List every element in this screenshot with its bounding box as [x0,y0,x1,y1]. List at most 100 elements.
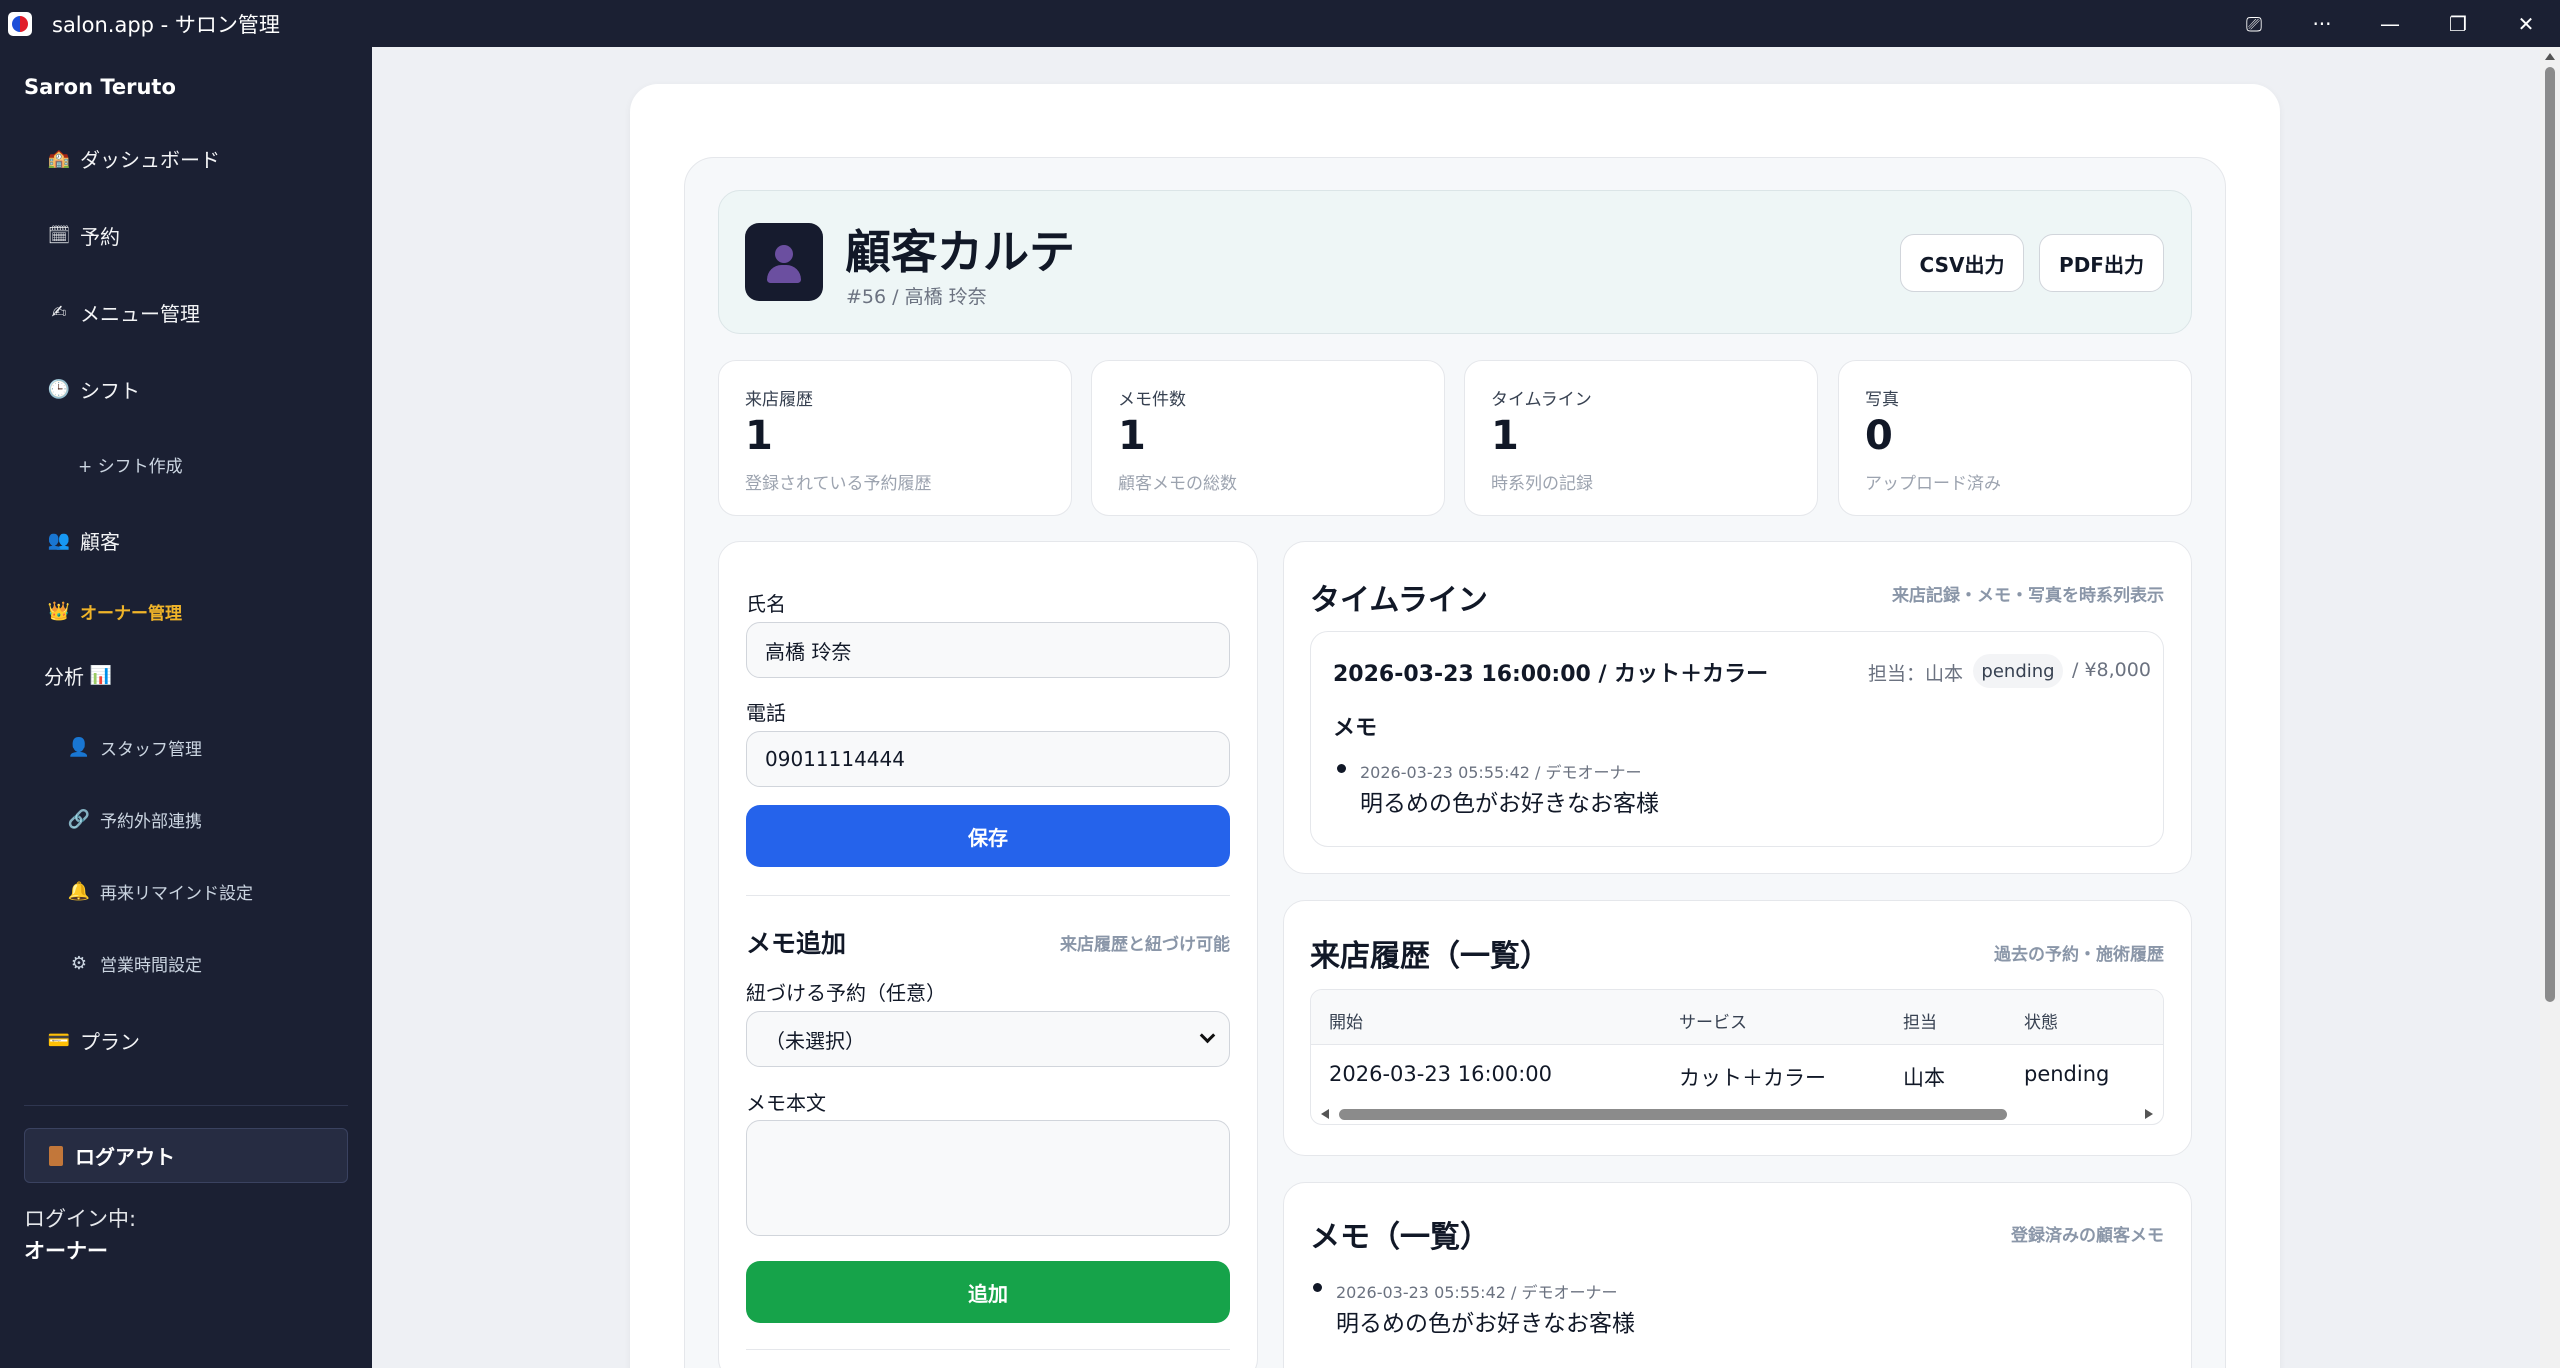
stat-description: 登録されている予約履歴 [745,474,932,494]
stat-value: 1 [745,413,773,459]
name-field[interactable]: 高橋 玲奈 [746,622,1230,678]
sidebar-item-label: プラン [80,1030,140,1054]
bar-chart-icon: 📊 [89,665,113,686]
sidebar-item-external-booking[interactable]: 🔗 予約外部連携 [66,807,202,832]
bullet-icon [1337,764,1346,773]
phone-label: 電話 [746,701,786,725]
app-logo-icon [8,11,32,36]
sidebar-item-label: オーナー管理 [80,604,182,624]
sidebar-item-analytics[interactable]: 分析 📊 [44,661,122,690]
memo-text: 明るめの色がお好きなお客様 [1360,791,1659,817]
stat-description: 時系列の記録 [1491,474,1593,494]
page-scrollbar[interactable] [2540,47,2560,1368]
table-horizontal-scrollbar[interactable] [1311,1104,2163,1124]
sidebar-item-customers[interactable]: 👥 顧客 [46,526,120,555]
visit-history-table: 開始 サービス 担当 状態 2026-03-23 16:00:00 カット＋カラ… [1310,989,2164,1125]
sidebar-item-owner-admin[interactable]: 👑 オーナー管理 [46,599,182,624]
stat-description: 顧客メモの総数 [1118,474,1237,494]
sidebar-item-label: ダッシュボード [80,148,220,172]
timeline-entry-price: / ¥8,000 [2072,659,2151,681]
clock-icon: 🕒 [47,379,71,400]
sidebar-item-reminder[interactable]: 🔔 再来リマインド設定 [66,879,253,904]
memo-list-panel [1283,1182,2192,1368]
divider [746,1349,1230,1350]
login-status-label: ログイン中: [24,1207,137,1231]
memo-meta: 2026-03-23 05:55:42 / デモオーナー [1360,763,1642,782]
sidebar-item-label: 分析 [44,665,84,689]
csv-export-button[interactable]: CSV出力 [1900,234,2024,292]
minimize-button[interactable]: — [2356,0,2424,47]
link-icon: 🔗 [67,809,91,830]
bell-icon: 🔔 [67,881,91,902]
sidebar-item-create-shift[interactable]: + シフト作成 [78,452,183,477]
person-icon: 👤 [67,737,91,758]
stat-value: 1 [1118,413,1146,459]
sidebar-item-plan[interactable]: 💳 プラン [46,1026,140,1055]
scrollbar-thumb[interactable] [2545,67,2555,1002]
stat-label: 来店履歴 [745,390,813,410]
timeline-hint: 来店記録・メモ・写真を時系列表示 [1892,586,2164,606]
page-title: 顧客カルテ [845,225,1075,279]
memo-add-title: メモ追加 [746,929,847,958]
timeline-entry-staff: 担当：山本 [1868,663,1964,685]
scroll-left-icon[interactable] [1321,1109,1329,1119]
table-cell: 2026-03-23 16:00:00 [1329,1062,1553,1086]
memo-add-hint: 来店履歴と紐づけ可能 [1060,935,1230,955]
phone-field[interactable]: 09011114444 [746,731,1230,787]
sidebar-item-label: 予約外部連携 [100,812,202,832]
sidebar-item-shift[interactable]: 🕒 シフト [46,375,140,404]
cast-icon[interactable]: ⎚ [2220,0,2288,47]
stat-card-memos: メモ件数 1 顧客メモの総数 [1091,360,1445,516]
divider [746,895,1230,896]
brand-name: Saron Teruto [24,75,176,99]
stat-card-photos: 写真 0 アップロード済み [1838,360,2192,516]
stat-card-visits: 来店履歴 1 登録されている予約履歴 [718,360,1072,516]
close-button[interactable]: ✕ [2492,0,2560,47]
memo-body-label: メモ本文 [746,1091,826,1115]
chevron-down-icon [1199,1027,1216,1044]
pdf-export-button[interactable]: PDF出力 [2039,234,2164,292]
calendar-icon: 🗓 [47,225,71,246]
link-reservation-select[interactable]: （未選択） [746,1011,1230,1067]
credit-card-icon: 💳 [47,1030,71,1051]
timeline-title: タイムライン [1310,583,1488,618]
timeline-entry-heading: 2026-03-23 16:00:00 / カット＋カラー [1333,662,1769,687]
sidebar-item-label: メニュー管理 [80,302,200,326]
more-options-icon[interactable]: ··· [2288,0,2356,47]
table-cell: 山本 [1903,1066,1945,1090]
customer-id-name: #56 / 高橋 玲奈 [846,286,987,308]
stat-value: 1 [1491,413,1519,459]
timeline-memo-label: メモ [1333,716,1378,741]
sidebar-divider [24,1105,348,1106]
name-label: 氏名 [746,592,786,616]
sidebar-item-label: スタッフ管理 [100,740,202,760]
logout-label: ログアウト [75,1145,175,1169]
restore-button[interactable]: ❐ [2424,0,2492,47]
status-badge: pending [1973,654,2063,688]
sidebar-item-reservations[interactable]: 🗓 予約 [46,221,120,250]
stat-description: アップロード済み [1865,474,2001,494]
window-titlebar: salon.app - サロン管理 ⎚ ··· — ❐ ✕ [0,0,2560,47]
logout-button[interactable]: ログアウト [24,1128,348,1183]
stat-label: メモ件数 [1118,390,1186,410]
window-title: salon.app - サロン管理 [52,12,280,37]
scroll-right-icon[interactable] [2145,1109,2153,1119]
sidebar-item-dashboard[interactable]: 🏫 ダッシュボード [46,144,220,173]
save-button[interactable]: 保存 [746,805,1230,867]
writing-hand-icon: ✍ [51,302,67,323]
memo-meta: 2026-03-23 05:55:42 / デモオーナー [1336,1283,1618,1302]
bullet-icon [1313,1283,1322,1292]
sidebar-item-business-hours[interactable]: ⚙ 営業時間設定 [66,951,202,976]
scrollbar-thumb[interactable] [1339,1109,2007,1120]
stat-card-timeline: タイムライン 1 時系列の記録 [1464,360,1818,516]
visit-history-title: 来店履歴（一覧） [1310,939,1550,974]
people-icon: 👥 [47,530,71,551]
link-reservation-label: 紐づける予約（任意） [746,981,946,1005]
add-memo-button[interactable]: 追加 [746,1261,1230,1323]
memo-list-hint: 登録済みの顧客メモ [2011,1226,2164,1246]
sidebar-item-staff[interactable]: 👤 スタッフ管理 [66,735,202,760]
sidebar-item-label: 再来リマインド設定 [100,884,253,904]
memo-body-textarea[interactable] [746,1120,1230,1236]
sidebar-item-menu[interactable]: ✍ メニュー管理 [46,298,200,327]
scroll-up-icon[interactable] [2545,53,2555,60]
